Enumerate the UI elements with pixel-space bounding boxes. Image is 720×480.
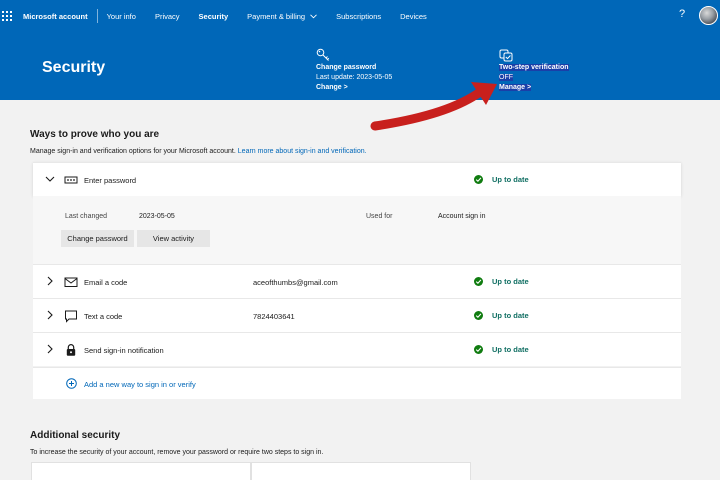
ways-description-text: Manage sign-in and verification options … <box>30 148 236 155</box>
last-changed-label: Last changed <box>65 213 108 220</box>
two-step-block: Two-step verification OFF Manage > <box>499 48 569 93</box>
chevron-down-icon[interactable] <box>45 174 55 184</box>
row-label: Email a code <box>84 278 128 287</box>
key-icon <box>316 48 330 61</box>
view-activity-button[interactable]: View activity <box>137 230 210 247</box>
status-text: Up to date <box>492 311 529 320</box>
two-step-title: Two-step verification <box>499 64 569 71</box>
sign-in-row-notification[interactable]: Send sign-in notification Up to date <box>33 332 681 366</box>
status-badge: Up to date <box>474 277 529 286</box>
top-nav: Microsoft account Your info Privacy Secu… <box>0 0 720 32</box>
status-badge: Up to date <box>474 345 529 354</box>
annotation-arrow <box>370 82 497 131</box>
two-step-status: OFF <box>499 74 513 81</box>
add-sign-in-method[interactable]: Add a new way to sign in or verify <box>33 367 681 399</box>
change-password-title: Change password <box>316 64 377 71</box>
chevron-right-icon[interactable] <box>45 310 55 320</box>
additional-security-heading: Additional security <box>30 430 121 441</box>
manage-link[interactable]: Manage > <box>499 84 532 91</box>
status-text: Up to date <box>492 345 529 354</box>
used-for-value: Account sign in <box>438 213 486 220</box>
add-circle-icon[interactable] <box>66 378 77 389</box>
used-for-label: Used for <box>366 213 393 220</box>
add-method-link[interactable]: Add a new way to sign in or verify <box>84 380 196 389</box>
learn-more-link[interactable]: Learn more about sign-in and verificatio… <box>238 148 367 155</box>
ways-description: Manage sign-in and verification options … <box>30 148 367 155</box>
last-changed-value: 2023-05-05 <box>139 213 175 220</box>
checkmark-icon <box>474 277 483 286</box>
nav-your-info[interactable]: Your info <box>107 12 136 21</box>
nav-devices[interactable]: Devices <box>400 12 427 21</box>
app-launcher-icon[interactable] <box>2 11 12 21</box>
chat-icon <box>65 310 77 323</box>
row-label: Send sign-in notification <box>84 346 164 355</box>
nav-security[interactable]: Security <box>199 12 229 21</box>
chevron-right-icon[interactable] <box>45 344 55 354</box>
nav-payment-billing[interactable]: Payment & billing <box>247 12 317 21</box>
mail-icon <box>64 277 78 287</box>
sign-in-row-text[interactable]: Text a code 7824403641 Up to date <box>33 298 681 332</box>
chevron-right-icon[interactable] <box>45 276 55 286</box>
brand-name[interactable]: Microsoft account <box>23 12 88 21</box>
row-value: aceofthumbs@gmail.com <box>253 278 338 287</box>
checkmark-icon <box>474 345 483 354</box>
sign-in-row-email[interactable]: Email a code aceofthumbs@gmail.com Up to… <box>33 264 681 298</box>
lock-icon <box>66 344 76 356</box>
status-badge: Up to date <box>474 175 529 184</box>
status-text: Up to date <box>492 175 529 184</box>
sign-in-row-password[interactable]: Enter password Up to date <box>33 162 681 196</box>
ways-heading: Ways to prove who you are <box>30 129 160 140</box>
help-icon[interactable]: ? <box>679 8 685 20</box>
two-step-icon <box>499 49 513 62</box>
row-label: Enter password <box>84 176 137 185</box>
nav-payment-billing-label: Payment & billing <box>247 11 306 21</box>
two-step-card[interactable] <box>251 462 471 480</box>
status-badge: Up to date <box>474 311 529 320</box>
row-label: Text a code <box>84 312 123 321</box>
nav-privacy[interactable]: Privacy <box>155 12 180 21</box>
nav-divider <box>96 9 98 23</box>
password-details-panel: Last changed 2023-05-05 Used for Account… <box>33 196 681 264</box>
status-text: Up to date <box>492 277 529 286</box>
security-hero: Security Change password Last update: 20… <box>0 32 720 100</box>
row-value: 7824403641 <box>253 312 295 321</box>
checkmark-icon <box>474 175 483 184</box>
password-dots-icon <box>64 176 78 184</box>
chevron-down-icon <box>310 13 317 18</box>
nav-subscriptions[interactable]: Subscriptions <box>336 12 381 21</box>
change-password-button[interactable]: Change password <box>61 230 134 247</box>
page-title: Security <box>42 59 106 76</box>
avatar[interactable] <box>699 6 718 25</box>
passwordless-card[interactable] <box>31 462 251 480</box>
additional-security-description: To increase the security of your account… <box>30 449 324 456</box>
checkmark-icon <box>474 311 483 320</box>
